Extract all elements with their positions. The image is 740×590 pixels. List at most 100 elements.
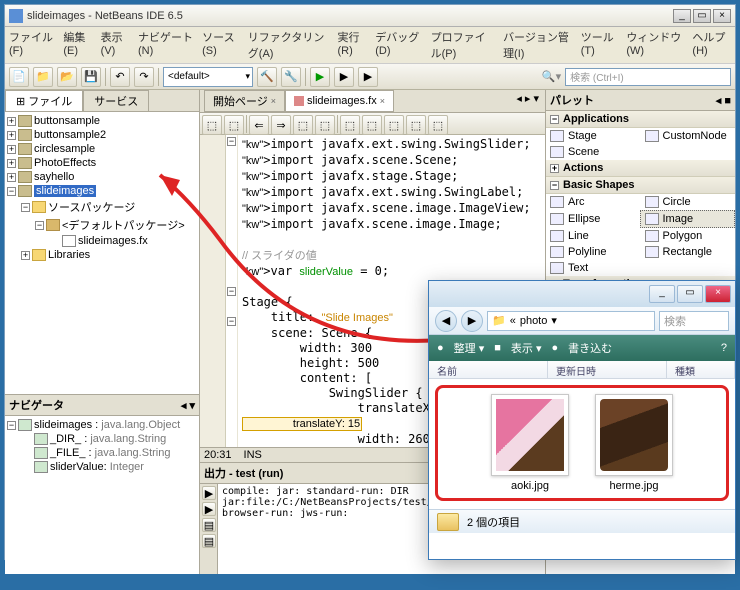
- menu-source[interactable]: ソース(S): [202, 29, 240, 61]
- nav-item[interactable]: sliderValue: Integer: [7, 460, 197, 474]
- explorer-body[interactable]: aoki.jpg herme.jpg: [429, 379, 735, 509]
- tree-item[interactable]: +circlesample: [7, 142, 197, 156]
- palette-section-head[interactable]: −Basic Shapes: [546, 177, 735, 194]
- palette-item[interactable]: CustomNode: [641, 128, 736, 144]
- explorer-columns[interactable]: 名前 更新日時 種類: [429, 361, 735, 379]
- new-project-button[interactable]: 📁: [33, 67, 53, 87]
- explorer-titlebar[interactable]: _ ▭ ×: [429, 281, 735, 307]
- nav-item[interactable]: _FILE_ : java.lang.String: [7, 446, 197, 460]
- palette-item[interactable]: Circle: [641, 194, 736, 210]
- out-rerun-button[interactable]: ▶: [202, 502, 216, 516]
- views-menu[interactable]: 表示 ▾: [511, 340, 542, 356]
- tab-slideimages[interactable]: slideimages.fx×: [285, 90, 394, 112]
- projects-tree[interactable]: +buttonsample+buttonsample2+circlesample…: [5, 112, 199, 394]
- palette-item[interactable]: Ellipse: [546, 210, 640, 228]
- menu-debug[interactable]: デバッグ(D): [375, 29, 422, 61]
- palette-item[interactable]: Polygon: [641, 228, 736, 244]
- palette-item[interactable]: Stage: [546, 128, 641, 144]
- config-combo[interactable]: <default>: [163, 67, 253, 87]
- ed-d-button[interactable]: ⬚: [406, 115, 426, 135]
- col-type[interactable]: 種類: [667, 361, 735, 378]
- navigator-tree[interactable]: −slideimages : java.lang.Object_DIR_ : j…: [5, 416, 199, 574]
- tree-item[interactable]: +buttonsample: [7, 114, 197, 128]
- menu-tools[interactable]: ツール(T): [581, 29, 619, 61]
- exp-close-button[interactable]: ×: [705, 285, 731, 303]
- tree-item[interactable]: +Libraries: [7, 248, 197, 262]
- out-wrap-button[interactable]: ▤: [202, 534, 216, 548]
- tree-item[interactable]: +PhotoEffects: [7, 156, 197, 170]
- open-button[interactable]: 📂: [57, 67, 77, 87]
- save-all-button[interactable]: 💾: [81, 67, 101, 87]
- back-button[interactable]: ◀: [435, 310, 457, 332]
- menu-profile[interactable]: プロファイル(P): [431, 29, 495, 61]
- ed-b-button[interactable]: ⬚: [362, 115, 382, 135]
- run-button[interactable]: ▶: [310, 67, 330, 87]
- clean-build-button[interactable]: 🔧: [281, 67, 301, 87]
- tree-item[interactable]: −<デフォルトパッケージ>: [7, 216, 197, 234]
- menu-version[interactable]: バージョン管理(I): [503, 29, 573, 61]
- ed-e-button[interactable]: ⬚: [428, 115, 448, 135]
- nav-item[interactable]: _DIR_ : java.lang.String: [7, 432, 197, 446]
- menu-refactor[interactable]: リファクタリング(A): [248, 29, 330, 61]
- tree-item[interactable]: slideimages.fx: [7, 234, 197, 248]
- ed-c-button[interactable]: ⬚: [384, 115, 404, 135]
- tree-item[interactable]: −ソースパッケージ: [7, 198, 197, 216]
- menu-navigate[interactable]: ナビゲート(N): [138, 29, 194, 61]
- explorer-search[interactable]: 検索: [659, 311, 729, 331]
- col-name[interactable]: 名前: [429, 361, 548, 378]
- redo-button[interactable]: ↷: [134, 67, 154, 87]
- organize-menu[interactable]: 整理 ▾: [454, 340, 485, 356]
- nav-item[interactable]: −slideimages : java.lang.Object: [7, 418, 197, 432]
- menu-help[interactable]: ヘルプ(H): [692, 29, 731, 61]
- palette-section-head[interactable]: −Applications: [546, 111, 735, 128]
- files-tab[interactable]: ⊞ファイル: [5, 90, 83, 111]
- ed-a-button[interactable]: ⬚: [340, 115, 360, 135]
- editor-tab-nav[interactable]: ◂ ▸ ▾: [510, 90, 545, 112]
- fold-strip[interactable]: − − −: [226, 135, 238, 447]
- menu-edit[interactable]: 編集(E): [63, 29, 92, 61]
- ed-prev-button[interactable]: ⇐: [249, 115, 269, 135]
- ed-find-button[interactable]: ⬚: [293, 115, 313, 135]
- tree-item[interactable]: +buttonsample2: [7, 128, 197, 142]
- palette-item[interactable]: Arc: [546, 194, 641, 210]
- exp-minimize-button[interactable]: _: [649, 285, 675, 303]
- tree-item[interactable]: −slideimages: [7, 184, 197, 198]
- palette-item[interactable]: Polyline: [546, 244, 641, 260]
- ed-next-button[interactable]: ⇒: [271, 115, 291, 135]
- menu-view[interactable]: 表示(V): [101, 29, 130, 61]
- debug-button[interactable]: ▶: [334, 67, 354, 87]
- file-herme[interactable]: herme.jpg: [595, 394, 673, 492]
- services-tab[interactable]: サービス: [83, 90, 149, 111]
- maximize-button[interactable]: ▭: [693, 9, 711, 23]
- col-date[interactable]: 更新日時: [548, 361, 667, 378]
- out-clear-button[interactable]: ▤: [202, 518, 216, 532]
- menu-file[interactable]: ファイル(F): [9, 29, 55, 61]
- forward-button[interactable]: ▶: [461, 310, 483, 332]
- out-stop-button[interactable]: ▶: [202, 486, 216, 500]
- palette-item[interactable]: Text: [546, 260, 641, 276]
- titlebar[interactable]: slideimages - NetBeans IDE 6.5 _ ▭ ×: [5, 5, 735, 27]
- search-input[interactable]: 検索 (Ctrl+I): [565, 68, 731, 86]
- ed-bookmark-button[interactable]: ⬚: [315, 115, 335, 135]
- menu-window[interactable]: ウィンドウ(W): [626, 29, 684, 61]
- history-button[interactable]: ⬚: [224, 115, 244, 135]
- new-file-button[interactable]: 📄: [9, 67, 29, 87]
- exp-maximize-button[interactable]: ▭: [677, 285, 703, 303]
- tab-startpage[interactable]: 開始ページ×: [204, 90, 285, 112]
- undo-button[interactable]: ↶: [110, 67, 130, 87]
- palette-item[interactable]: Line: [546, 228, 641, 244]
- source-button[interactable]: ⬚: [202, 115, 222, 135]
- menu-run[interactable]: 実行(R): [337, 29, 367, 61]
- palette-item[interactable]: Image: [640, 210, 736, 228]
- file-aoki[interactable]: aoki.jpg: [491, 394, 569, 492]
- palette-item[interactable]: Scene: [546, 144, 641, 160]
- tree-item[interactable]: +sayhello: [7, 170, 197, 184]
- profile-button[interactable]: ▶: [358, 67, 378, 87]
- palette-item[interactable]: Rectangle: [641, 244, 736, 260]
- build-button[interactable]: 🔨: [257, 67, 277, 87]
- breadcrumb[interactable]: 📁 « photo ▾: [487, 311, 655, 331]
- minimize-button[interactable]: _: [673, 9, 691, 23]
- close-button[interactable]: ×: [713, 9, 731, 23]
- palette-section-head[interactable]: +Actions: [546, 160, 735, 177]
- burn-button[interactable]: 書き込む: [568, 340, 612, 356]
